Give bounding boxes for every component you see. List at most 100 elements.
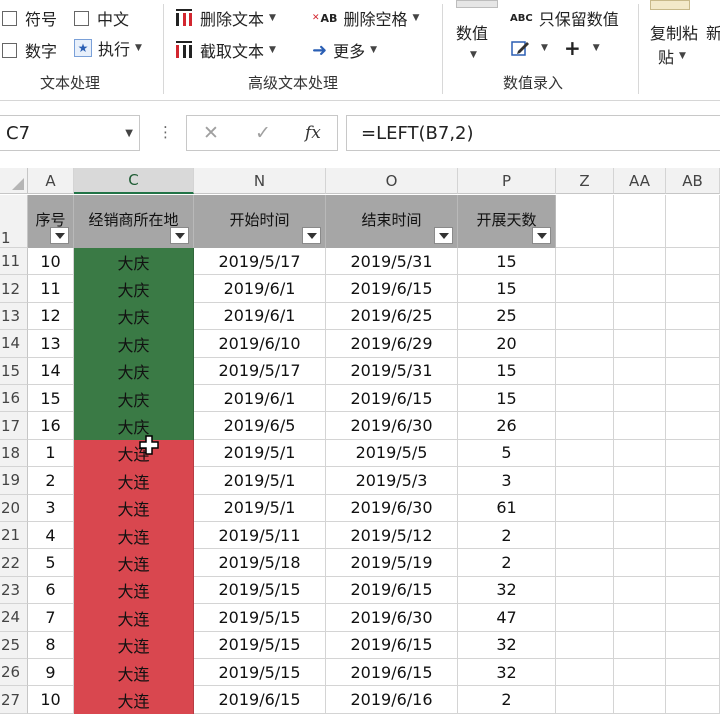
table-cell-start[interactable]: 2019/5/15 [194,631,326,659]
table-cell-days[interactable]: 15 [458,385,556,413]
more-vertical-icon[interactable]: ⋮ [158,123,173,141]
more-button[interactable]: ➜ 更多 ▼ [312,38,377,62]
table-cell-end[interactable]: 2019/5/12 [326,522,458,550]
table-cell-end[interactable]: 2019/6/25 [326,302,458,331]
table-cell-seq[interactable]: 8 [28,631,74,659]
column-header-p[interactable]: P [458,168,556,194]
empty-cell[interactable] [666,631,720,659]
table-cell-city[interactable]: 大庆 [74,412,194,440]
empty-cell[interactable] [614,412,666,440]
empty-cell[interactable] [556,385,614,413]
empty-cell[interactable] [614,631,666,659]
row-header[interactable]: 22 [0,549,28,577]
empty-cell[interactable] [614,248,666,276]
empty-cell[interactable] [556,631,614,659]
table-cell-start[interactable]: 2019/5/11 [194,522,326,550]
empty-cell[interactable] [556,659,614,687]
table-cell-end[interactable]: 2019/5/5 [326,439,458,468]
table-cell-city[interactable]: 大连 [74,439,194,468]
digits-checkbox[interactable]: 数字 [2,38,57,62]
column-header-z[interactable]: Z [556,168,614,194]
empty-cell[interactable] [556,549,614,577]
delete-text-button[interactable]: 删除文本 ▼ [174,6,276,30]
column-header-o[interactable]: O [326,168,458,194]
empty-cell[interactable] [666,412,720,440]
empty-cell[interactable] [666,686,720,714]
filter-dropdown-icon[interactable] [50,227,69,244]
table-cell-days[interactable]: 32 [458,659,556,687]
table-cell-start[interactable]: 2019/6/15 [194,686,326,714]
row-header[interactable]: 15 [0,357,28,385]
table-cell-start[interactable]: 2019/6/1 [194,275,326,303]
column-header-n[interactable]: N [194,168,326,194]
empty-cell[interactable] [666,330,720,358]
table-cell-days[interactable]: 47 [458,604,556,632]
table-cell-start[interactable]: 2019/5/1 [194,439,326,468]
empty-cell[interactable] [556,604,614,632]
table-cell-start[interactable]: 2019/5/15 [194,604,326,632]
column-header-aa[interactable]: AA [614,168,666,194]
table-cell-city[interactable]: 大连 [74,631,194,659]
table-cell-start[interactable]: 2019/5/17 [194,248,326,276]
row-header[interactable]: 13 [0,302,28,331]
row-header[interactable]: 20 [0,494,28,522]
table-cell-days[interactable]: 32 [458,631,556,659]
formula-input[interactable]: =LEFT(B7,2) [346,115,720,151]
copy-paste-button-bottom[interactable]: 贴 ▼ [658,44,686,68]
table-cell-city[interactable]: 大庆 [74,385,194,413]
table-cell-city[interactable]: 大庆 [74,248,194,276]
table-cell-city[interactable]: 大庆 [74,357,194,385]
table-cell-seq[interactable]: 14 [28,357,74,385]
table-cell-city[interactable]: 大连 [74,549,194,577]
row-header[interactable]: 16 [0,385,28,413]
select-all-corner[interactable] [0,168,28,194]
table-cell-seq[interactable]: 2 [28,467,74,495]
table-cell-days[interactable]: 32 [458,576,556,605]
cancel-icon[interactable]: ✕ [203,122,219,144]
table-cell-end[interactable]: 2019/6/15 [326,576,458,605]
empty-cell[interactable] [666,604,720,632]
add-button[interactable]: + ▼ [564,36,600,60]
empty-cell[interactable] [666,357,720,385]
empty-cell[interactable] [556,357,614,385]
table-cell-seq[interactable]: 15 [28,385,74,413]
table-cell-seq[interactable]: 13 [28,330,74,358]
table-cell-days[interactable]: 3 [458,467,556,495]
table-cell-start[interactable]: 2019/5/1 [194,467,326,495]
table-cell-seq[interactable]: 11 [28,275,74,303]
table-cell-seq[interactable]: 5 [28,549,74,577]
row-header[interactable]: 23 [0,576,28,605]
row-header[interactable]: 27 [0,686,28,714]
empty-cell[interactable] [556,439,614,468]
empty-cell[interactable] [556,195,614,248]
table-cell-end[interactable]: 2019/6/30 [326,494,458,522]
empty-cell[interactable] [614,686,666,714]
empty-cell[interactable] [614,195,666,248]
row-header[interactable]: 17 [0,412,28,440]
column-header-ab[interactable]: AB [666,168,720,194]
header-cell[interactable]: 经销商所在地 [74,195,194,248]
empty-cell[interactable] [556,330,614,358]
table-cell-start[interactable]: 2019/5/18 [194,549,326,577]
empty-cell[interactable] [614,604,666,632]
empty-cell[interactable] [666,549,720,577]
delete-spaces-button[interactable]: ✕ AB 删除空格 ▼ [312,6,419,30]
table-cell-start[interactable]: 2019/5/1 [194,494,326,522]
table-cell-city[interactable]: 大庆 [74,302,194,331]
copy-paste-button[interactable]: 复制粘 [650,20,698,44]
table-cell-end[interactable]: 2019/6/16 [326,686,458,714]
insert-function-icon[interactable]: fx [305,123,321,143]
empty-cell[interactable] [556,467,614,495]
symbol-checkbox[interactable]: 符号 [2,6,57,30]
table-cell-days[interactable]: 2 [458,549,556,577]
empty-cell[interactable] [666,275,720,303]
empty-cell[interactable] [556,412,614,440]
empty-cell[interactable] [666,576,720,605]
row-header[interactable]: 24 [0,604,28,632]
table-cell-days[interactable]: 15 [458,357,556,385]
keep-numeric-button[interactable]: ABC 只保留数值 [510,6,619,30]
empty-cell[interactable] [556,275,614,303]
table-cell-end[interactable]: 2019/5/31 [326,357,458,385]
table-cell-start[interactable]: 2019/5/15 [194,659,326,687]
table-cell-days[interactable]: 20 [458,330,556,358]
